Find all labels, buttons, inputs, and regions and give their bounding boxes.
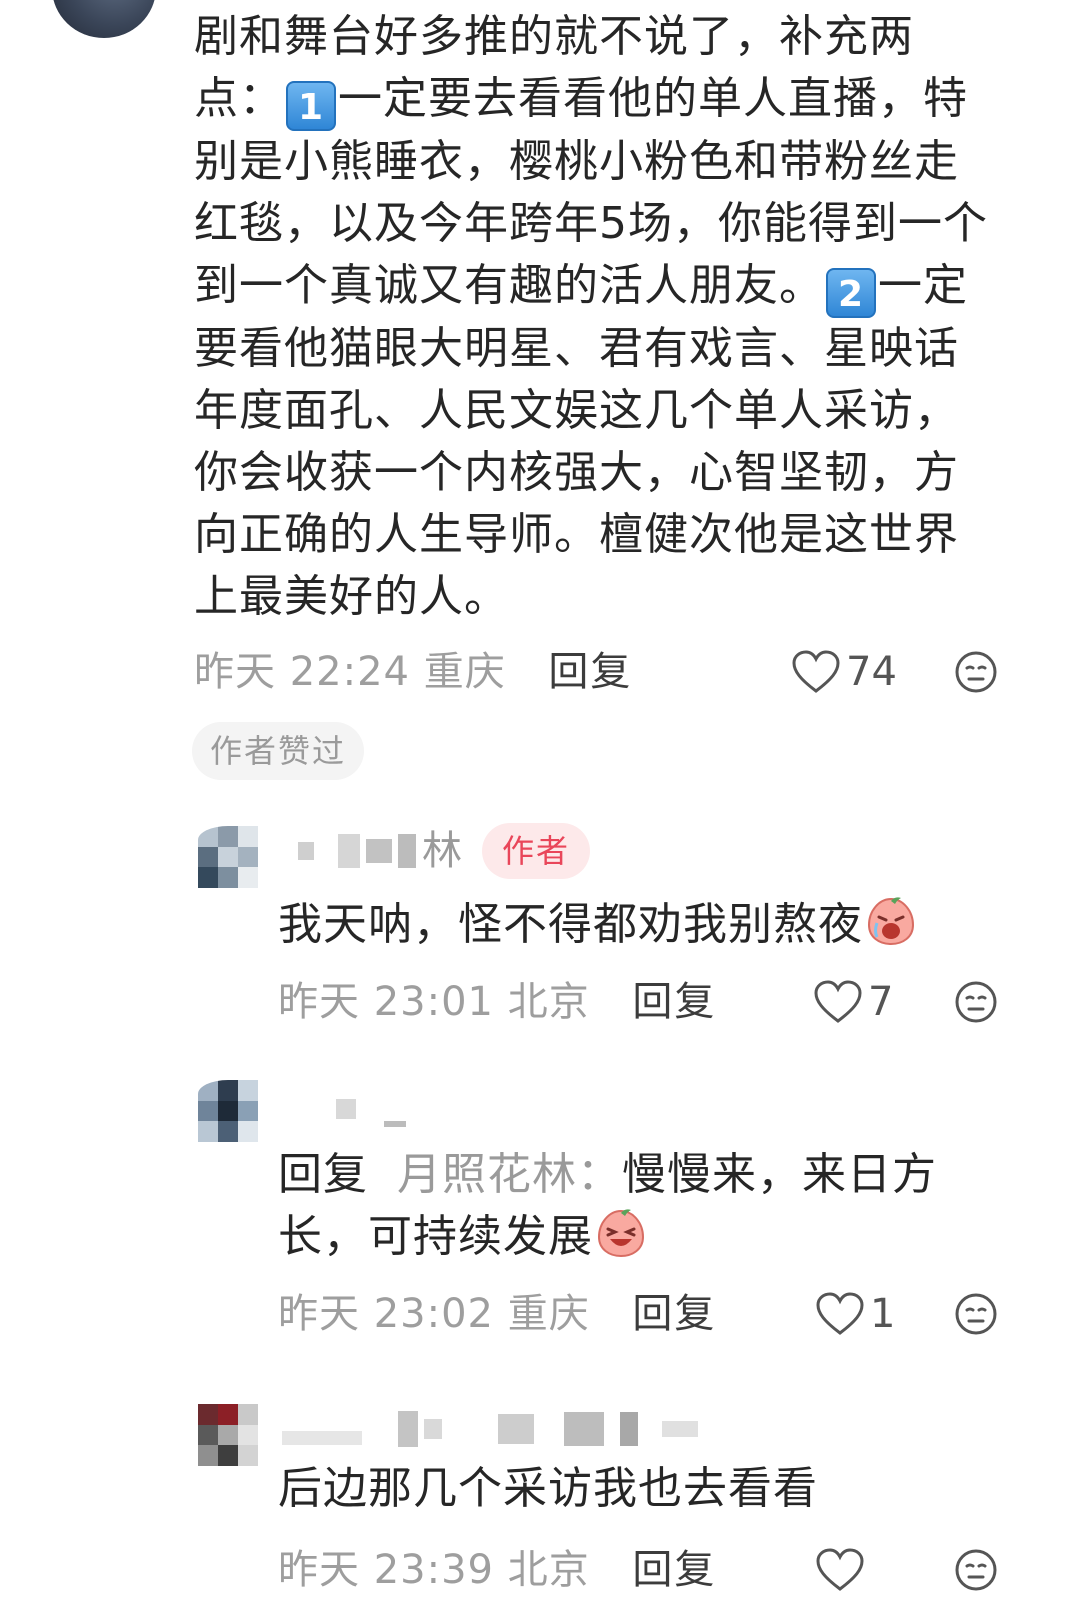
- like-button[interactable]: [816, 1540, 870, 1600]
- reply-username[interactable]: [282, 1402, 704, 1456]
- reply-meta: 昨天 23:39 北京 回复: [278, 1540, 716, 1600]
- like-button[interactable]: 1: [816, 1284, 895, 1344]
- blurred-name: [620, 1412, 638, 1446]
- like-count: 1: [870, 1291, 896, 1337]
- reply-meta: 昨天 23:02 重庆 回复: [278, 1284, 716, 1344]
- main-comment-text: 剧和舞台好多推的就不说了，补充两 点： 1 一定要去看看他的单人直播，特 别是小熊睡…: [194, 6, 1024, 628]
- blurred-name: [424, 1419, 442, 1439]
- reply-button[interactable]: 回复: [548, 642, 632, 702]
- mention-username[interactable]: 月照花林：: [397, 1149, 622, 1200]
- like-button[interactable]: 74: [792, 642, 897, 702]
- comment-line: 要看他猫眼大明星、君有戏言、星映话: [194, 323, 959, 374]
- blurred-name: [498, 1414, 534, 1444]
- reply-text: 回复 月照花林：慢慢来，来日方 长，可持续发展: [278, 1144, 998, 1268]
- reply-text: 我天呐，怪不得都劝我别熬夜: [278, 894, 998, 956]
- heart-outline-icon: [814, 980, 862, 1023]
- blurred-name: [338, 834, 360, 868]
- comment-line: 一定: [878, 260, 968, 311]
- like-count: 7: [868, 979, 894, 1025]
- blurred-name: [384, 1121, 406, 1127]
- comment-line: 到一个真诚又有趣的活人朋友。: [194, 260, 824, 311]
- blurred-name: [366, 839, 392, 863]
- keycap-one-emoji: 1: [286, 81, 336, 131]
- heart-outline-icon: [816, 1548, 864, 1591]
- heart-outline-icon: [816, 1292, 864, 1335]
- comment-timestamp-location: 昨天 23:02 重庆: [278, 1291, 590, 1337]
- like-button[interactable]: 7: [814, 972, 893, 1032]
- blurred-name: [564, 1412, 604, 1446]
- commenter-avatar[interactable]: [52, 0, 156, 38]
- author-liked-tag: 作者赞过: [192, 722, 364, 780]
- comment-timestamp-location: 昨天 23:39 北京: [278, 1547, 590, 1593]
- reply-button[interactable]: 回复: [632, 1540, 716, 1600]
- reply-text: 后边那几个采访我也去看看: [278, 1458, 998, 1520]
- reply-avatar[interactable]: [198, 1080, 258, 1142]
- reply-text-content: 我天呐，怪不得都劝我别熬夜: [278, 899, 863, 950]
- comment-line: 点：: [194, 73, 284, 124]
- comment-line: 一定要去看看他的单人直播，特: [338, 73, 968, 124]
- neutral-face-icon[interactable]: [954, 650, 998, 694]
- comment-line: 向正确的人生导师。檀健次他是这世界: [194, 509, 959, 560]
- neutral-face-icon[interactable]: [954, 1548, 998, 1592]
- keycap-two-emoji: 2: [826, 268, 876, 318]
- neutral-face-icon[interactable]: [954, 980, 998, 1024]
- reply-button[interactable]: 回复: [632, 972, 716, 1032]
- blurred-name: [282, 1431, 362, 1445]
- reply-text-content: 长，可持续发展: [278, 1211, 593, 1262]
- reply-meta: 昨天 23:01 北京 回复: [278, 972, 716, 1032]
- author-badge: 作者: [482, 823, 591, 879]
- blurred-name: [336, 1099, 356, 1119]
- comment-timestamp-location: 昨天 23:01 北京: [278, 979, 590, 1025]
- comment-line: 红毯，以及今年跨年5场，你能得到一个: [194, 198, 988, 249]
- reply-avatar[interactable]: [198, 826, 258, 888]
- crying-peach-emoji: [867, 897, 915, 946]
- reply-username[interactable]: 林 作者: [298, 823, 591, 879]
- blurred-name: [662, 1421, 698, 1437]
- reply-avatar[interactable]: [198, 1404, 258, 1466]
- neutral-face-icon[interactable]: [954, 1292, 998, 1336]
- heart-outline-icon: [792, 650, 840, 693]
- reply-text-content: 后边那几个采访我也去看看: [278, 1463, 818, 1514]
- reply-prefix: 回复: [278, 1149, 368, 1200]
- comment-timestamp-location: 昨天 22:24 重庆: [194, 649, 506, 695]
- blurred-name: [398, 834, 416, 868]
- reply-button[interactable]: 回复: [632, 1284, 716, 1344]
- reply-username[interactable]: [336, 1082, 412, 1136]
- laughing-peach-emoji: [597, 1209, 645, 1258]
- comment-line: 上最美好的人。: [194, 571, 509, 622]
- comment-line: 年度面孔、人民文娱这几个单人采访，: [194, 385, 959, 436]
- reply-text-content: 慢慢来，来日方: [622, 1149, 937, 1200]
- username-text: 林: [422, 828, 462, 874]
- like-count: 74: [846, 649, 897, 695]
- comment-line: 别是小熊睡衣，樱桃小粉色和带粉丝走: [194, 136, 959, 187]
- main-comment-meta: 昨天 22:24 重庆 回复: [194, 642, 632, 702]
- comment-line: 剧和舞台好多推的就不说了，补充两: [194, 11, 914, 62]
- blurred-name: [298, 842, 314, 860]
- blurred-name: [398, 1411, 418, 1447]
- comment-line: 你会收获一个内核强大，心智坚韧，方: [194, 447, 959, 498]
